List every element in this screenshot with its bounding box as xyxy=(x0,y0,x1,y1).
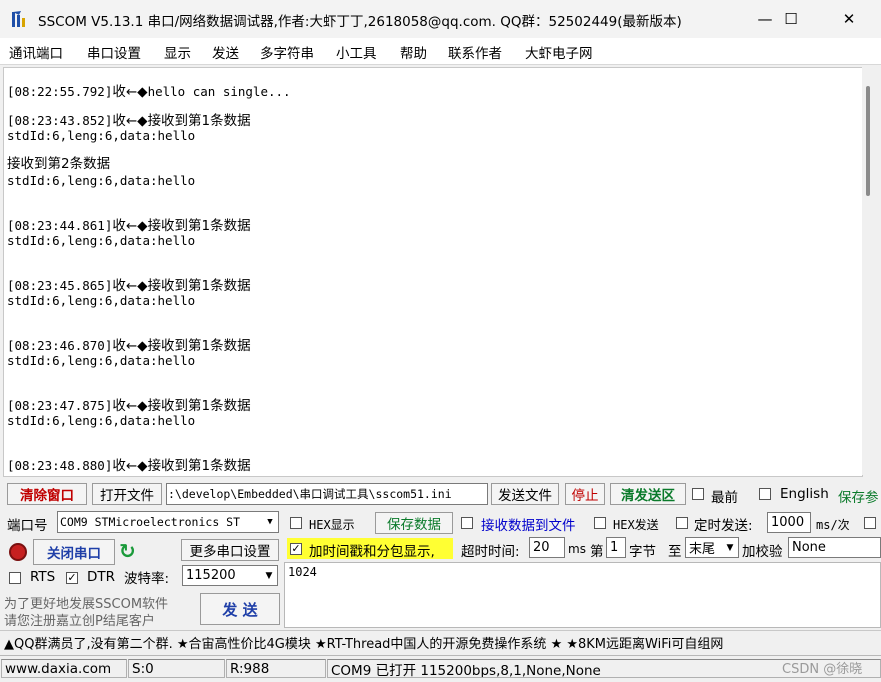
english-checkbox[interactable] xyxy=(759,488,771,500)
menu-bar: 通讯端口 串口设置 显示 发送 多字符串 小工具 帮助 联系作者 大虾电子网 xyxy=(0,38,881,65)
send-textarea[interactable]: 1024 xyxy=(284,562,881,628)
csdn-watermark: CSDN @徐晓 xyxy=(782,662,863,677)
save-params-button[interactable]: 保存参 xyxy=(838,486,881,506)
timeout-label: 超时时间: xyxy=(461,544,520,560)
hex-send-label: HEX发送 xyxy=(613,518,659,532)
status-sent-count: S:0 xyxy=(128,659,225,678)
dtr-checkbox[interactable]: ✓ xyxy=(66,572,78,584)
log-detail: stdId:6,leng:6,data:hello xyxy=(7,293,196,308)
receive-scrollbar-thumb[interactable] xyxy=(866,86,870,196)
log-entry: [08:23:48.880]收←◆接收到第1条数据 xyxy=(7,458,251,474)
port-select[interactable]: COM9 STMicroelectronics ST ▼ xyxy=(57,511,279,533)
menu-contact-author[interactable]: 联系作者 xyxy=(448,42,502,62)
hex-send-checkbox[interactable] xyxy=(594,517,606,529)
status-website[interactable]: www.daxia.com xyxy=(1,659,127,678)
byte-prefix-label: 第 xyxy=(590,544,604,560)
log-detail: stdId:6,leng:6,data:hello xyxy=(7,173,196,188)
menu-daxia-website[interactable]: 大虾电子网 xyxy=(525,42,593,62)
add-timestamp-label: 加时间戳和分包显示, xyxy=(309,544,435,560)
extra-option-checkbox[interactable] xyxy=(864,517,876,529)
chevron-down-icon: ▼ xyxy=(262,512,278,532)
timed-send-label: 定时发送: xyxy=(694,518,753,534)
close-button[interactable]: ✕ xyxy=(820,0,878,38)
rts-checkbox[interactable] xyxy=(9,572,21,584)
menu-tools[interactable]: 小工具 xyxy=(336,42,377,62)
file-path-input[interactable]: :\develop\Embedded\串口调试工具\sscom51.ini xyxy=(166,483,488,505)
byte-start-input[interactable]: 1 xyxy=(606,537,626,558)
close-port-button[interactable]: 关闭串口 xyxy=(33,539,115,565)
log-detail: 接收到第2条数据 xyxy=(7,156,111,172)
baud-rate-select[interactable]: 115200 ▼ xyxy=(182,565,278,586)
receive-log: [08:22:55.792]收←◆hello can single... [08… xyxy=(7,80,857,474)
baud-rate-value: 115200 xyxy=(186,568,236,583)
log-detail: stdId:6,leng:6,data:hello xyxy=(7,233,196,248)
log-entry: [08:23:47.875]收←◆接收到第1条数据 xyxy=(7,398,251,414)
send-button[interactable]: 发 送 xyxy=(200,593,280,625)
port-select-value: COM9 STMicroelectronics ST xyxy=(60,515,241,529)
dtr-label: DTR xyxy=(87,569,116,585)
log-entry: [08:23:46.870]收←◆接收到第1条数据 xyxy=(7,338,251,354)
refresh-icon[interactable]: ↻ xyxy=(119,539,136,563)
checksum-label: 加校验 xyxy=(742,544,783,560)
log-detail: stdId:6,leng:6,data:hello xyxy=(7,413,196,428)
log-entry: [08:22:55.792]收←◆hello can single... xyxy=(7,84,291,100)
clear-window-button[interactable]: 清除窗口 xyxy=(7,483,87,505)
chevron-down-icon: ▼ xyxy=(261,566,277,585)
more-serial-settings-button[interactable]: 更多串口设置 xyxy=(181,539,279,561)
byte-end-select[interactable]: 末尾 ▼ xyxy=(685,537,739,558)
topmost-checkbox[interactable] xyxy=(692,488,704,500)
maximize-button[interactable]: ☐ xyxy=(762,0,820,38)
news-ticker[interactable]: ▲QQ群满员了,没有第二个群. ★合宙高性价比4G模块 ★RT-Thread中国… xyxy=(0,630,881,654)
menu-serial-settings[interactable]: 串口设置 xyxy=(87,42,141,62)
add-timestamp-checkbox[interactable]: ✓ xyxy=(290,543,302,555)
topmost-label: 最前 xyxy=(711,490,738,506)
window-title: SSCOM V5.13.1 串口/网络数据调试器,作者:大虾丁丁,2618058… xyxy=(38,14,682,30)
recv-to-file-label: 接收数据到文件 xyxy=(481,518,576,534)
hex-display-label: HEX显示 xyxy=(309,518,355,532)
period-input[interactable]: 1000 xyxy=(767,512,811,533)
log-entry: [08:23:43.852]收←◆接收到第1条数据 xyxy=(7,113,251,129)
status-bar: www.daxia.com S:0 R:988 COM9 已打开 115200b… xyxy=(0,655,881,682)
checksum-select[interactable]: None xyxy=(788,537,881,558)
port-label: 端口号 xyxy=(7,518,48,534)
timed-send-checkbox[interactable] xyxy=(676,517,688,529)
log-detail: stdId:6,leng:6,data:hello xyxy=(7,353,196,368)
stop-button[interactable]: 停止 xyxy=(565,483,605,505)
save-data-button[interactable]: 保存数据 xyxy=(375,512,453,534)
recv-to-file-checkbox[interactable] xyxy=(461,517,473,529)
baud-rate-label: 波特率: xyxy=(124,571,170,587)
menu-send[interactable]: 发送 xyxy=(212,42,239,62)
log-entry: [08:23:45.865]收←◆接收到第1条数据 xyxy=(7,278,251,294)
period-unit-label: ms/次 xyxy=(816,518,850,532)
rts-label: RTS xyxy=(30,569,56,585)
to-label: 至 xyxy=(668,544,682,560)
english-label: English xyxy=(780,486,829,502)
byte-end-value: 末尾 xyxy=(689,542,716,557)
menu-display[interactable]: 显示 xyxy=(164,42,191,62)
byte-suffix-label: 字节 xyxy=(629,544,656,560)
chevron-down-icon: ▼ xyxy=(722,538,738,557)
hex-display-checkbox[interactable] xyxy=(290,517,302,529)
title-bar: SSCOM V5.13.1 串口/网络数据调试器,作者:大虾丁丁,2618058… xyxy=(0,0,881,38)
open-file-button[interactable]: 打开文件 xyxy=(92,483,162,505)
send-file-button[interactable]: 发送文件 xyxy=(491,483,559,505)
receive-scrollbar[interactable] xyxy=(862,67,879,475)
promo-line-2[interactable]: 请您注册嘉立创P结尾客户 xyxy=(4,610,155,629)
timeout-unit-label: ms xyxy=(568,542,586,556)
menu-multi-string[interactable]: 多字符串 xyxy=(260,42,314,62)
sscom-app-icon xyxy=(12,11,25,27)
timeout-input[interactable]: 20 xyxy=(529,537,565,558)
menu-comm-port[interactable]: 通讯端口 xyxy=(9,42,63,62)
log-entry: [08:23:44.861]收←◆接收到第1条数据 xyxy=(7,218,251,234)
log-detail: stdId:6,leng:6,data:hello xyxy=(7,128,196,143)
clear-send-area-button[interactable]: 清发送区 xyxy=(610,483,686,505)
receive-textarea[interactable]: [08:22:55.792]收←◆hello can single... [08… xyxy=(3,67,863,477)
status-received-count: R:988 xyxy=(226,659,326,678)
port-status-indicator-icon xyxy=(9,543,27,561)
menu-help[interactable]: 帮助 xyxy=(400,42,427,62)
